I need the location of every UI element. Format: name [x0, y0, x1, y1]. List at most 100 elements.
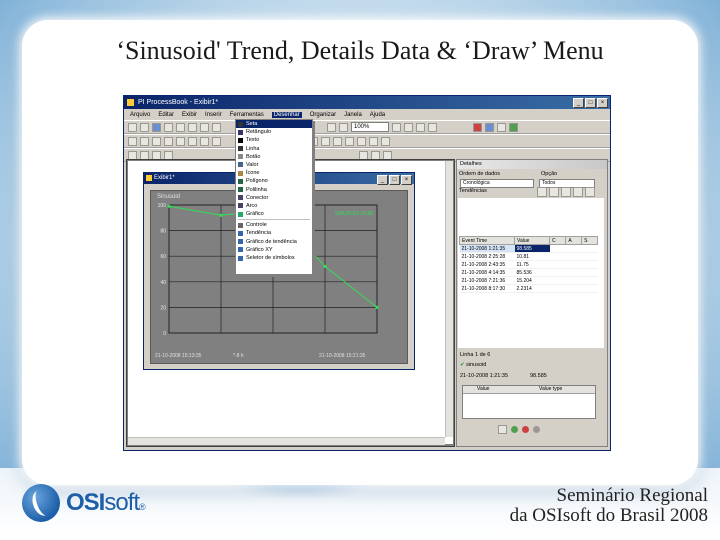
- rect-tool-icon[interactable]: [164, 136, 173, 146]
- ellipse-tool-icon[interactable]: [176, 136, 185, 146]
- minimize-button[interactable]: _: [573, 98, 584, 108]
- arc-tool-icon[interactable]: [188, 136, 197, 146]
- menu-janela[interactable]: Janela: [344, 112, 362, 118]
- align-right-icon[interactable]: [333, 136, 342, 146]
- draw-menu-item[interactable]: Controle: [236, 221, 312, 229]
- table-row[interactable]: 21-10-2008 2:25:28 10.81: [459, 252, 598, 261]
- save-icon[interactable]: [152, 122, 161, 132]
- details-tool-1-icon[interactable]: [537, 187, 547, 197]
- send-back-icon[interactable]: [381, 136, 390, 146]
- help-icon[interactable]: [533, 426, 540, 433]
- build-mode-icon[interactable]: [327, 122, 336, 132]
- menu-ajuda[interactable]: Ajuda: [370, 112, 385, 118]
- new-icon[interactable]: [128, 122, 137, 132]
- text-tool-icon[interactable]: [212, 136, 221, 146]
- maximize-button[interactable]: □: [585, 98, 596, 108]
- menu-exibir[interactable]: Exibir: [182, 112, 197, 118]
- menu-editar[interactable]: Editar: [158, 112, 174, 118]
- ungroup-icon[interactable]: [357, 136, 366, 146]
- workspace-horizontal-scrollbar[interactable]: [128, 437, 445, 445]
- app-titlebar[interactable]: PI ProcessBook - Exibir1* _ □ ×: [124, 96, 610, 109]
- menu-arquivo[interactable]: Arquivo: [130, 112, 150, 118]
- undo-icon[interactable]: [212, 122, 221, 132]
- trend-end-time[interactable]: 21-10-2008 15:21:35: [319, 353, 365, 359]
- details-table-area: Event Time Value C A S 21-10-2008 1:21:3…: [458, 198, 604, 348]
- draw-menu-item[interactable]: Gráfico XY: [236, 246, 312, 254]
- details-tool-2-icon[interactable]: [549, 187, 559, 197]
- row-detail-time: 21-10-2008 1:21:35: [460, 373, 509, 379]
- polygon-tool-icon[interactable]: [200, 136, 209, 146]
- draw-menu-item[interactable]: Texto: [236, 136, 312, 144]
- draw-menu-item[interactable]: Gráfico de tendência: [236, 238, 312, 246]
- reject-icon[interactable]: [522, 426, 529, 433]
- menu-desenhar[interactable]: Desenhar: [271, 111, 302, 118]
- play-icon[interactable]: [485, 122, 494, 132]
- annotation-grid[interactable]: Value Value type: [462, 385, 596, 419]
- column-value[interactable]: Value: [514, 236, 550, 245]
- print-icon[interactable]: [164, 122, 173, 132]
- workspace-vertical-scrollbar[interactable]: [445, 161, 453, 437]
- cut-icon[interactable]: [176, 122, 185, 132]
- draw-menu-item[interactable]: Retângulo: [236, 128, 312, 136]
- trend-time-bar: 21-10-2008 15:13:35 *-8 h 21-10-2008 15:…: [151, 352, 407, 361]
- close-button[interactable]: ×: [597, 98, 608, 108]
- column-a[interactable]: A: [565, 236, 583, 245]
- run-mode-icon[interactable]: [339, 122, 348, 132]
- chart-icon[interactable]: [509, 122, 518, 132]
- line-tool-icon[interactable]: [140, 136, 149, 146]
- draw-menu-item[interactable]: Seta: [236, 120, 312, 129]
- arrow-tool-icon[interactable]: [128, 136, 137, 146]
- display-close-button[interactable]: ×: [401, 175, 412, 185]
- menu-bar: Arquivo Editar Exibir Inserir Ferramenta…: [124, 109, 610, 120]
- table-row[interactable]: 21-10-2008 4:14:35 85.536: [459, 268, 598, 277]
- copy-icon[interactable]: [188, 122, 197, 132]
- draw-menu-item[interactable]: Polilinha: [236, 186, 312, 194]
- column-s[interactable]: S: [581, 236, 598, 245]
- menu-ferramentas[interactable]: Ferramentas: [230, 112, 264, 118]
- display-minimize-button[interactable]: _: [377, 175, 388, 185]
- display-maximize-button[interactable]: □: [389, 175, 400, 185]
- bring-front-icon[interactable]: [369, 136, 378, 146]
- draw-menu-item[interactable]: Conector: [236, 194, 312, 202]
- draw-menu-item[interactable]: Tendência: [236, 229, 312, 237]
- trend-point: [219, 213, 223, 217]
- details-tool-5-icon[interactable]: [585, 187, 595, 197]
- draw-menu-item[interactable]: Seletor de símbolos: [236, 254, 312, 262]
- open-icon[interactable]: [140, 122, 149, 132]
- link-icon[interactable]: [416, 122, 425, 132]
- details-icon[interactable]: [428, 122, 437, 132]
- table-row[interactable]: 21-10-2008 1:21:35 98.585: [459, 244, 598, 253]
- draw-menu-item[interactable]: Ícone: [236, 169, 312, 177]
- menu-organizar[interactable]: Organizar: [310, 112, 336, 118]
- draw-menu-item[interactable]: Botão: [236, 153, 312, 161]
- draw-menu-item[interactable]: Linha: [236, 145, 312, 153]
- trend-start-time[interactable]: 21-10-2008 15:13:35: [155, 353, 201, 359]
- column-c[interactable]: C: [548, 236, 567, 245]
- accept-icon[interactable]: [511, 426, 518, 433]
- sort-order-select[interactable]: Cronológica: [460, 179, 534, 188]
- draw-menu-item[interactable]: Gráfico: [236, 210, 312, 218]
- group-icon[interactable]: [345, 136, 354, 146]
- table-row[interactable]: 21-10-2008 7:21:36 15.204: [459, 276, 598, 285]
- row-detail-value: 98.585: [530, 373, 547, 379]
- details-tool-4-icon[interactable]: [573, 187, 583, 197]
- zoom-field[interactable]: 100%: [351, 122, 389, 132]
- details-tool-3-icon[interactable]: [561, 187, 571, 197]
- paste-icon[interactable]: [200, 122, 209, 132]
- menu-inserir[interactable]: Inserir: [205, 112, 222, 118]
- forward-icon[interactable]: [497, 122, 506, 132]
- refresh-icon[interactable]: [404, 122, 413, 132]
- draw-menu-item[interactable]: Valor: [236, 161, 312, 169]
- column-event-time[interactable]: Event Time: [459, 236, 515, 245]
- details-title: Detalhes: [457, 160, 607, 169]
- trend-duration[interactable]: *-8 h: [233, 353, 244, 359]
- draw-menu-item[interactable]: Arco: [236, 202, 312, 210]
- align-center-icon[interactable]: [321, 136, 330, 146]
- table-row[interactable]: 21-10-2008 8:17:30 2.2314: [459, 284, 598, 293]
- stop-icon[interactable]: [473, 122, 482, 132]
- table-row[interactable]: 21-10-2008 2:43:35 11.75: [459, 260, 598, 269]
- apply-icon[interactable]: [498, 425, 507, 434]
- zoom-dropdown-icon[interactable]: [392, 122, 401, 132]
- draw-menu-item[interactable]: Polígono: [236, 177, 312, 185]
- pen-tool-icon[interactable]: [152, 136, 161, 146]
